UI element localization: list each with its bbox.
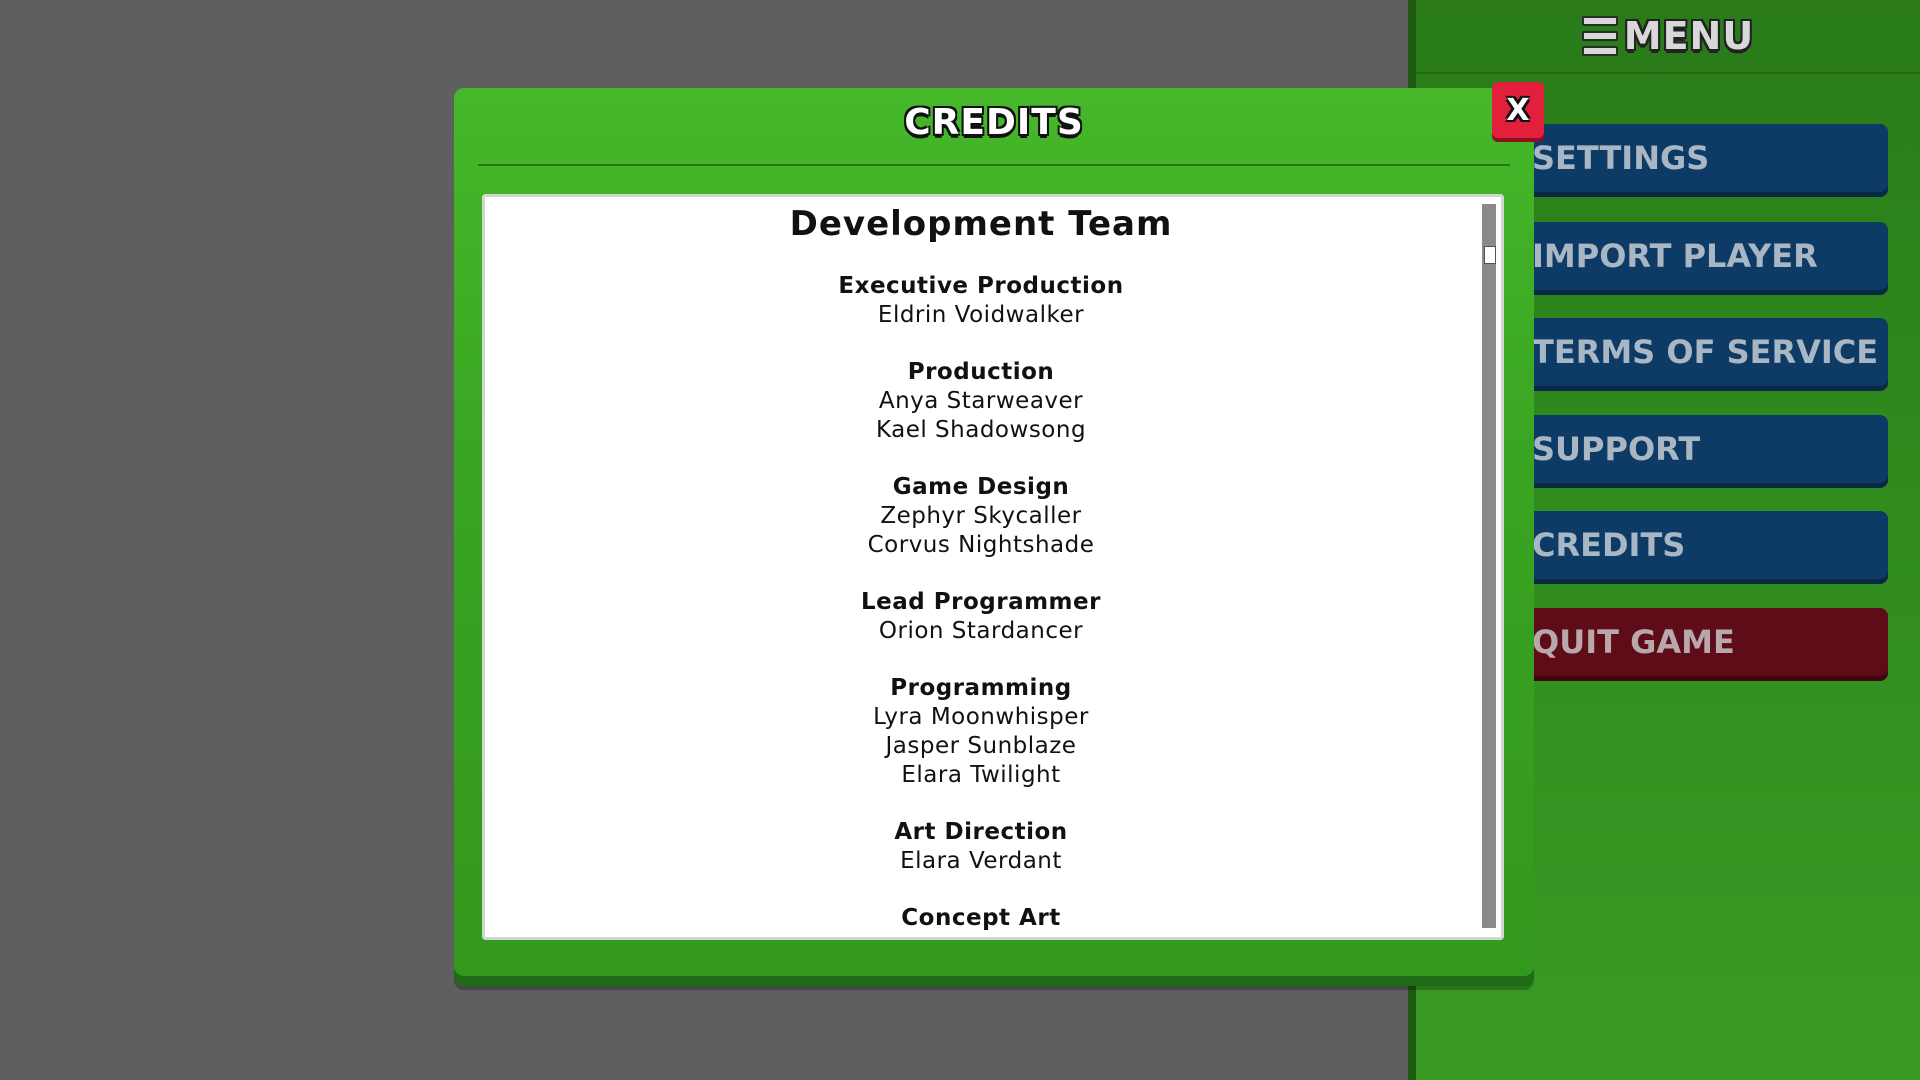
close-button[interactable]: X (1492, 82, 1544, 138)
credits-heading: Development Team (789, 204, 1173, 244)
menu-button-import-player[interactable]: IMPORT PLAYER (1496, 222, 1888, 290)
credits-section: Production Anya Starweaver Kael Shadowsong (482, 358, 1480, 445)
scrollbar[interactable] (1482, 204, 1496, 928)
scroll-thumb[interactable] (1484, 246, 1496, 264)
credits-name: Elara Verdant (900, 848, 1062, 874)
menu-header: MENU (1416, 0, 1920, 74)
menu-button-terms-of-service[interactable]: TERMS OF SERVICE (1496, 318, 1888, 386)
credits-name: Anya Starweaver (878, 388, 1084, 414)
credits-section: Lead Programmer Orion Stardancer (482, 588, 1480, 646)
credits-name: Corvus Nightshade (867, 532, 1095, 558)
credits-section: Art Direction Elara Verdant (482, 818, 1480, 876)
menu-title: MENU (1623, 14, 1755, 58)
credits-role: Executive Production (838, 273, 1124, 299)
credits-role: Game Design (892, 474, 1070, 500)
menu-button-quit-game[interactable]: QUIT GAME (1496, 608, 1888, 676)
credits-dialog: CREDITS Development Team Executive Produ… (454, 88, 1534, 976)
hamburger-icon (1581, 16, 1618, 56)
credits-role: Programming (890, 675, 1072, 701)
close-icon: X (1506, 92, 1530, 128)
credits-name: Kael Shadowsong (875, 417, 1087, 443)
credits-role: Art Direction (894, 819, 1068, 845)
menu-button-support[interactable]: SUPPORT (1496, 415, 1888, 483)
dialog-title: CREDITS (904, 102, 1084, 143)
title-divider (478, 164, 1510, 166)
credits-content[interactable]: Development Team Executive Production Eld… (482, 194, 1504, 940)
credits-name: Eldrin Voidwalker (877, 302, 1085, 328)
credits-role: Concept Art (901, 905, 1061, 931)
credits-section: Programming Lyra Moonwhisper Jasper Sunbla… (482, 674, 1480, 790)
credits-name: Elara Twilight (901, 762, 1061, 788)
menu-button-credits[interactable]: CREDITS (1496, 511, 1888, 579)
credits-section: Concept Art (482, 904, 1480, 933)
credits-list: Development Team Executive Production Eld… (482, 202, 1480, 940)
credits-role: Production (907, 359, 1055, 385)
credits-name: Lyra Moonwhisper (873, 704, 1089, 730)
credits-name: Orion Stardancer (878, 618, 1084, 644)
credits-section: Game Design Zephyr Skycaller Corvus Nights… (482, 473, 1480, 560)
credits-name: Jasper Sunblaze (885, 733, 1077, 759)
credits-name: Zephyr Skycaller (880, 503, 1082, 529)
menu-button-settings[interactable]: SETTINGS (1496, 124, 1888, 192)
credits-role: Lead Programmer (861, 589, 1101, 615)
credits-section: Executive Production Eldrin Voidwalker (482, 272, 1480, 330)
